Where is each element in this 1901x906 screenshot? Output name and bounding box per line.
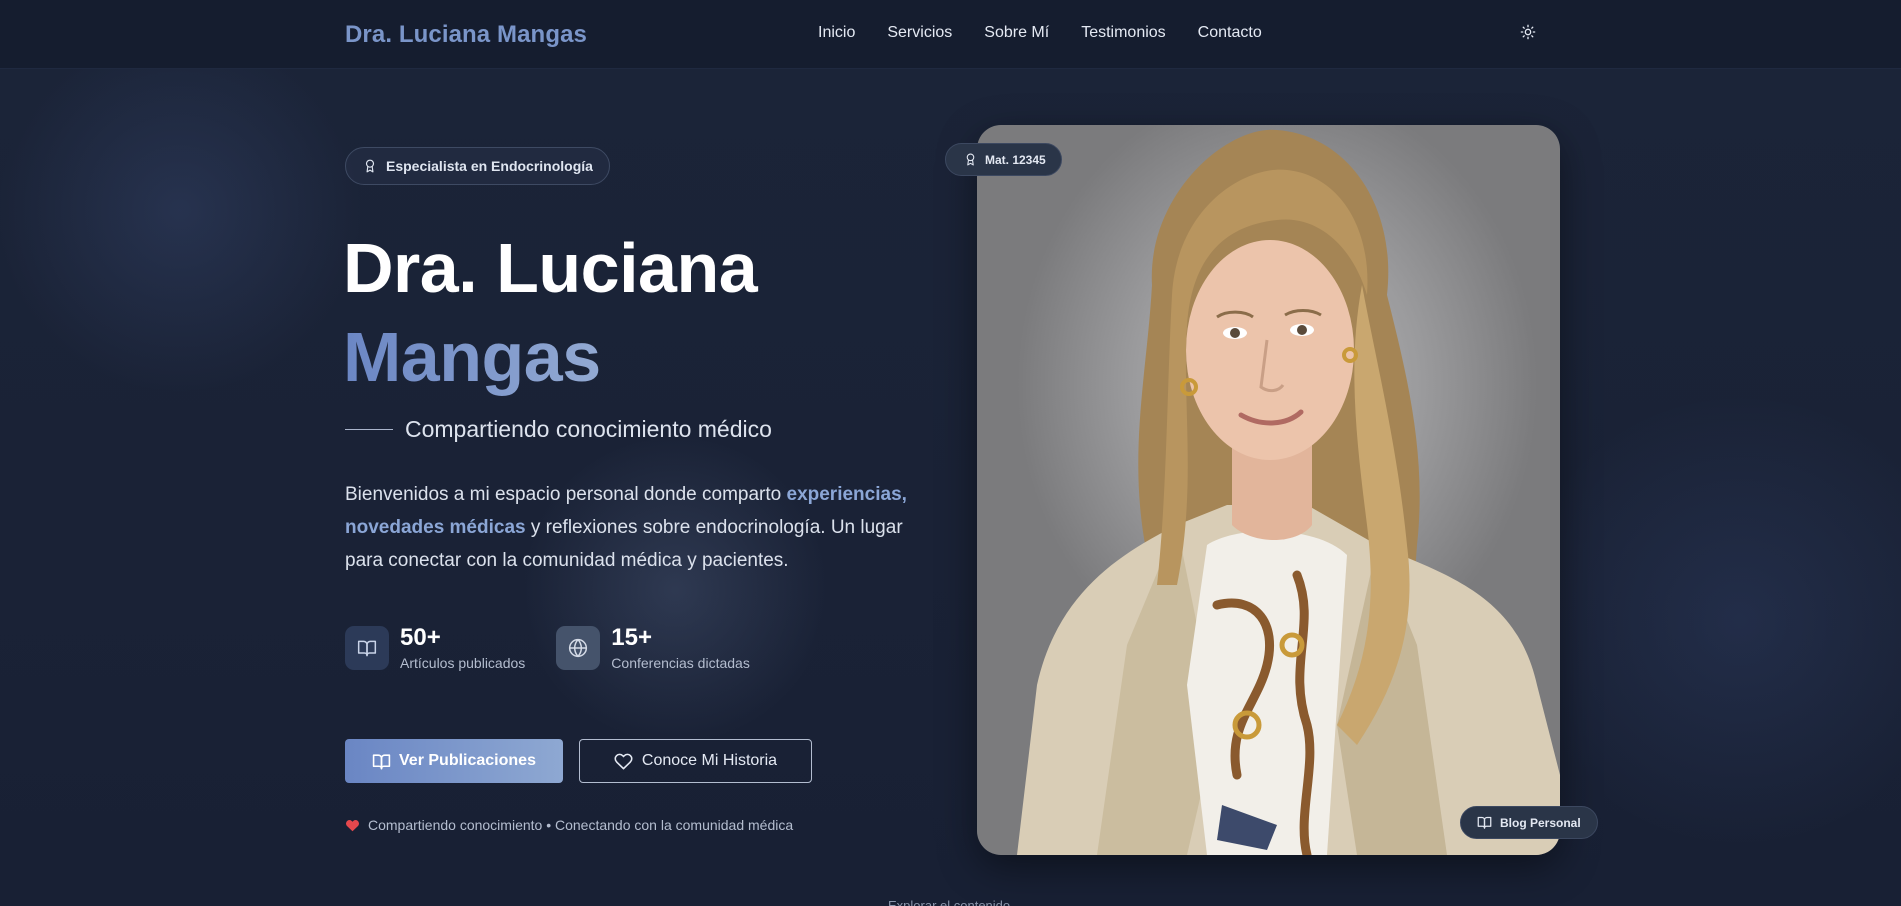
blog-badge: Blog Personal (1460, 806, 1598, 839)
hero-title-first: Dra. Luciana (343, 229, 758, 307)
theme-toggle-button[interactable] (1518, 22, 1538, 42)
my-story-button[interactable]: Conoce Mi Historia (579, 739, 812, 783)
stat-articles: 50+ Artículos publicados (345, 624, 526, 671)
footer-note-text: Compartiendo conocimiento • Conectando c… (368, 817, 794, 833)
doctor-portrait (977, 125, 1560, 855)
stat-articles-label: Artículos publicados (400, 655, 526, 671)
nav-link-sobre-mi[interactable]: Sobre Mí (984, 24, 1049, 42)
stats-row: 50+ Artículos publicados 15+ Conferencia… (345, 624, 750, 671)
stat-conferences-value: 15+ (611, 624, 653, 651)
nav-link-contacto[interactable]: Contacto (1198, 24, 1262, 42)
specialty-badge: Especialista en Endocrinología (345, 147, 610, 185)
nav-links: Inicio Servicios Sobre Mí Testimonios Co… (818, 24, 1262, 42)
nav-link-inicio[interactable]: Inicio (818, 24, 855, 42)
license-badge-label: Mat. 12345 (985, 152, 1046, 167)
heart-icon (345, 820, 360, 832)
sun-icon (1520, 24, 1536, 40)
subtitle-row: Compartiendo conocimiento médico (345, 416, 772, 443)
stat-conferences-label: Conferencias dictadas (611, 655, 750, 671)
license-badge: Mat. 12345 (945, 143, 1062, 176)
intro-part1: Bienvenidos a mi espacio personal donde … (345, 484, 787, 505)
globe-icon (556, 626, 601, 670)
stat-articles-value: 50+ (400, 624, 441, 651)
nav-link-servicios[interactable]: Servicios (887, 24, 952, 42)
explore-hint[interactable]: Explorar el contenido (888, 898, 1010, 906)
page: Dra. Luciana Mangas Inicio Servicios Sob… (0, 0, 1901, 906)
navbar: Dra. Luciana Mangas Inicio Servicios Sob… (0, 0, 1901, 69)
view-publications-label: Ver Publicaciones (399, 752, 536, 769)
brand-logo[interactable]: Dra. Luciana Mangas (345, 21, 587, 49)
book-icon (1477, 816, 1492, 829)
award-icon (966, 153, 975, 166)
book-icon (345, 626, 389, 670)
heart-outline-icon (614, 753, 633, 769)
book-icon (372, 753, 391, 769)
intro-text: Bienvenidos a mi espacio personal donde … (345, 478, 935, 577)
hero-title-last: Mangas (343, 318, 601, 396)
blog-badge-label: Blog Personal (1500, 815, 1581, 830)
hero-subtitle: Compartiendo conocimiento médico (405, 416, 772, 442)
subtitle-divider (345, 429, 393, 430)
award-icon (363, 159, 377, 173)
stat-conferences: 15+ Conferencias dictadas (556, 624, 750, 671)
my-story-label: Conoce Mi Historia (641, 752, 778, 769)
nav-link-testimonios[interactable]: Testimonios (1081, 24, 1165, 42)
view-publications-button[interactable]: Ver Publicaciones (345, 739, 563, 783)
footer-note: Compartiendo conocimiento • Conectando c… (345, 817, 793, 833)
specialty-badge-label: Especialista en Endocrinología (386, 158, 593, 174)
